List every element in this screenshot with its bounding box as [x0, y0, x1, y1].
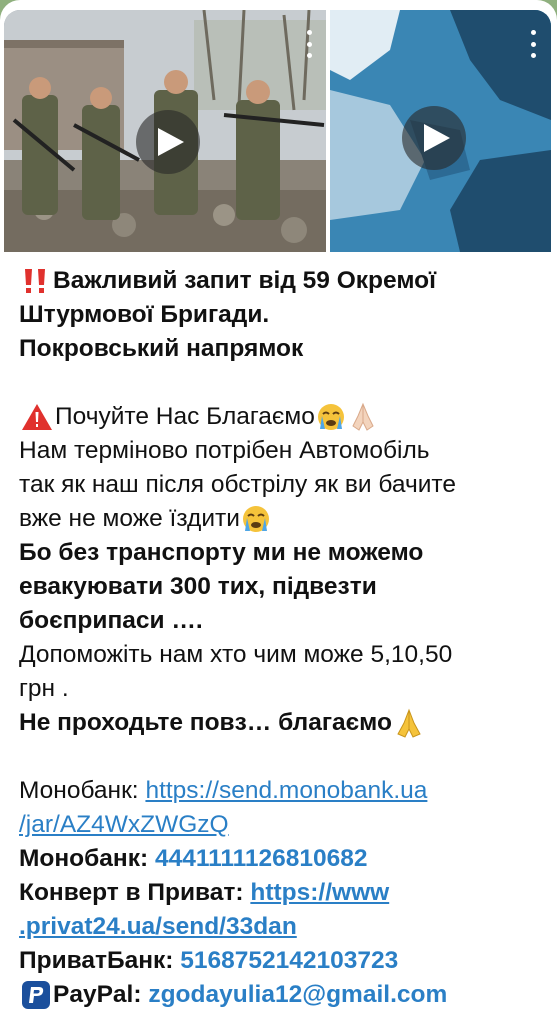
bold-line: боєприпаси ….	[19, 604, 549, 638]
title-text: Покровський напрямок	[19, 335, 304, 362]
bold-text: евакуювати 300 тих, підвезти	[19, 573, 377, 600]
crying-face-icon	[317, 404, 344, 430]
help-line: грн .	[19, 672, 549, 706]
more-vertical-icon[interactable]	[526, 30, 540, 58]
message-bubble: Важливий запит від 59 Окремої Штурмової …	[0, 0, 557, 1012]
bold-line: Бо без транспорту ми не можемо	[19, 536, 549, 570]
privat-link-line: Конверт в Приват: https://www	[19, 876, 549, 910]
help-text: грн .	[19, 675, 69, 702]
plea-line: Почуйте Нас Благаємо	[19, 400, 549, 434]
privatbank-card-line: ПриватБанк: 5168752142103723	[19, 944, 549, 978]
play-button[interactable]	[402, 106, 466, 170]
dont-pass-line: Не проходьте повз… благаємо	[19, 706, 549, 740]
paypal-line: PayPal: zgodayulia12@gmail.com	[19, 978, 549, 1012]
help-text: Допоможіть нам хто чим може 5,10,50	[19, 641, 453, 668]
bold-text: боєприпаси ….	[19, 607, 203, 634]
body-text: так як наш після обстрілу як ви бачите	[19, 471, 456, 498]
warning-icon	[22, 404, 52, 430]
mono-link-line: /jar/AZ4WxZWGzQ	[19, 808, 549, 842]
privatbank-label: ПриватБанк:	[19, 947, 174, 974]
mono-card-label: Монобанк:	[19, 845, 149, 872]
play-button[interactable]	[136, 110, 200, 174]
privat-link-line: .privat24.ua/send/33dan	[19, 910, 549, 944]
paypal-email[interactable]: zgodayulia12@gmail.com	[148, 978, 447, 1012]
body-line: так як наш після обстрілу як ви бачите	[19, 468, 549, 502]
praying-hands-icon	[397, 708, 421, 738]
help-line: Допоможіть нам хто чим може 5,10,50	[19, 638, 549, 672]
mono-card-line: Монобанк: 4441111126810682	[19, 842, 549, 876]
privat-link[interactable]: .privat24.ua/send/33dan	[19, 910, 297, 944]
double-exclamation-icon	[25, 269, 45, 293]
bold-line: евакуювати 300 тих, підвезти	[19, 570, 549, 604]
privat-label: Конверт в Приват:	[19, 879, 244, 906]
body-line: Нам терміново потрібен Автомобіль	[19, 434, 549, 468]
paypal-icon	[22, 981, 50, 1009]
title-text: Штурмової Бригади.	[19, 301, 270, 328]
mono-card-number[interactable]: 4441111126810682	[155, 842, 368, 876]
paypal-label: PayPal:	[53, 981, 142, 1008]
plea-text: Почуйте Нас Благаємо	[55, 403, 315, 430]
title-line: Покровський напрямок	[19, 332, 549, 366]
dont-pass-text: Не проходьте повз… благаємо	[19, 709, 392, 736]
more-vertical-icon[interactable]	[302, 30, 316, 58]
body-text: вже не може їздити	[19, 505, 240, 532]
privatbank-card-number[interactable]: 5168752142103723	[180, 944, 398, 978]
body-line: вже не може їздити	[19, 502, 549, 536]
crying-face-icon	[242, 506, 269, 532]
bold-text: Бо без транспорту ми не можемо	[19, 539, 424, 566]
title-text: Важливий запит від 59 Окремої	[53, 267, 436, 294]
video-thumbnail-soldiers[interactable]	[4, 10, 326, 252]
praying-hands-icon	[352, 402, 374, 431]
video-thumbnail-aerial[interactable]	[330, 10, 551, 252]
body-text: Нам терміново потрібен Автомобіль	[19, 437, 430, 464]
title-line: Штурмової Бригади.	[19, 298, 549, 332]
play-icon	[157, 128, 184, 156]
mono-label: Монобанк:	[19, 777, 139, 804]
mono-link-line: Монобанк: https://send.monobank.ua	[19, 774, 549, 808]
message-text: Важливий запит від 59 Окремої Штурмової …	[19, 264, 549, 1012]
mono-link[interactable]: https://send.monobank.ua	[145, 774, 427, 808]
play-icon	[423, 124, 450, 152]
privat-link[interactable]: https://www	[250, 876, 389, 910]
title-line: Важливий запит від 59 Окремої	[19, 264, 549, 298]
mono-link[interactable]: /jar/AZ4WxZWGzQ	[19, 808, 229, 842]
